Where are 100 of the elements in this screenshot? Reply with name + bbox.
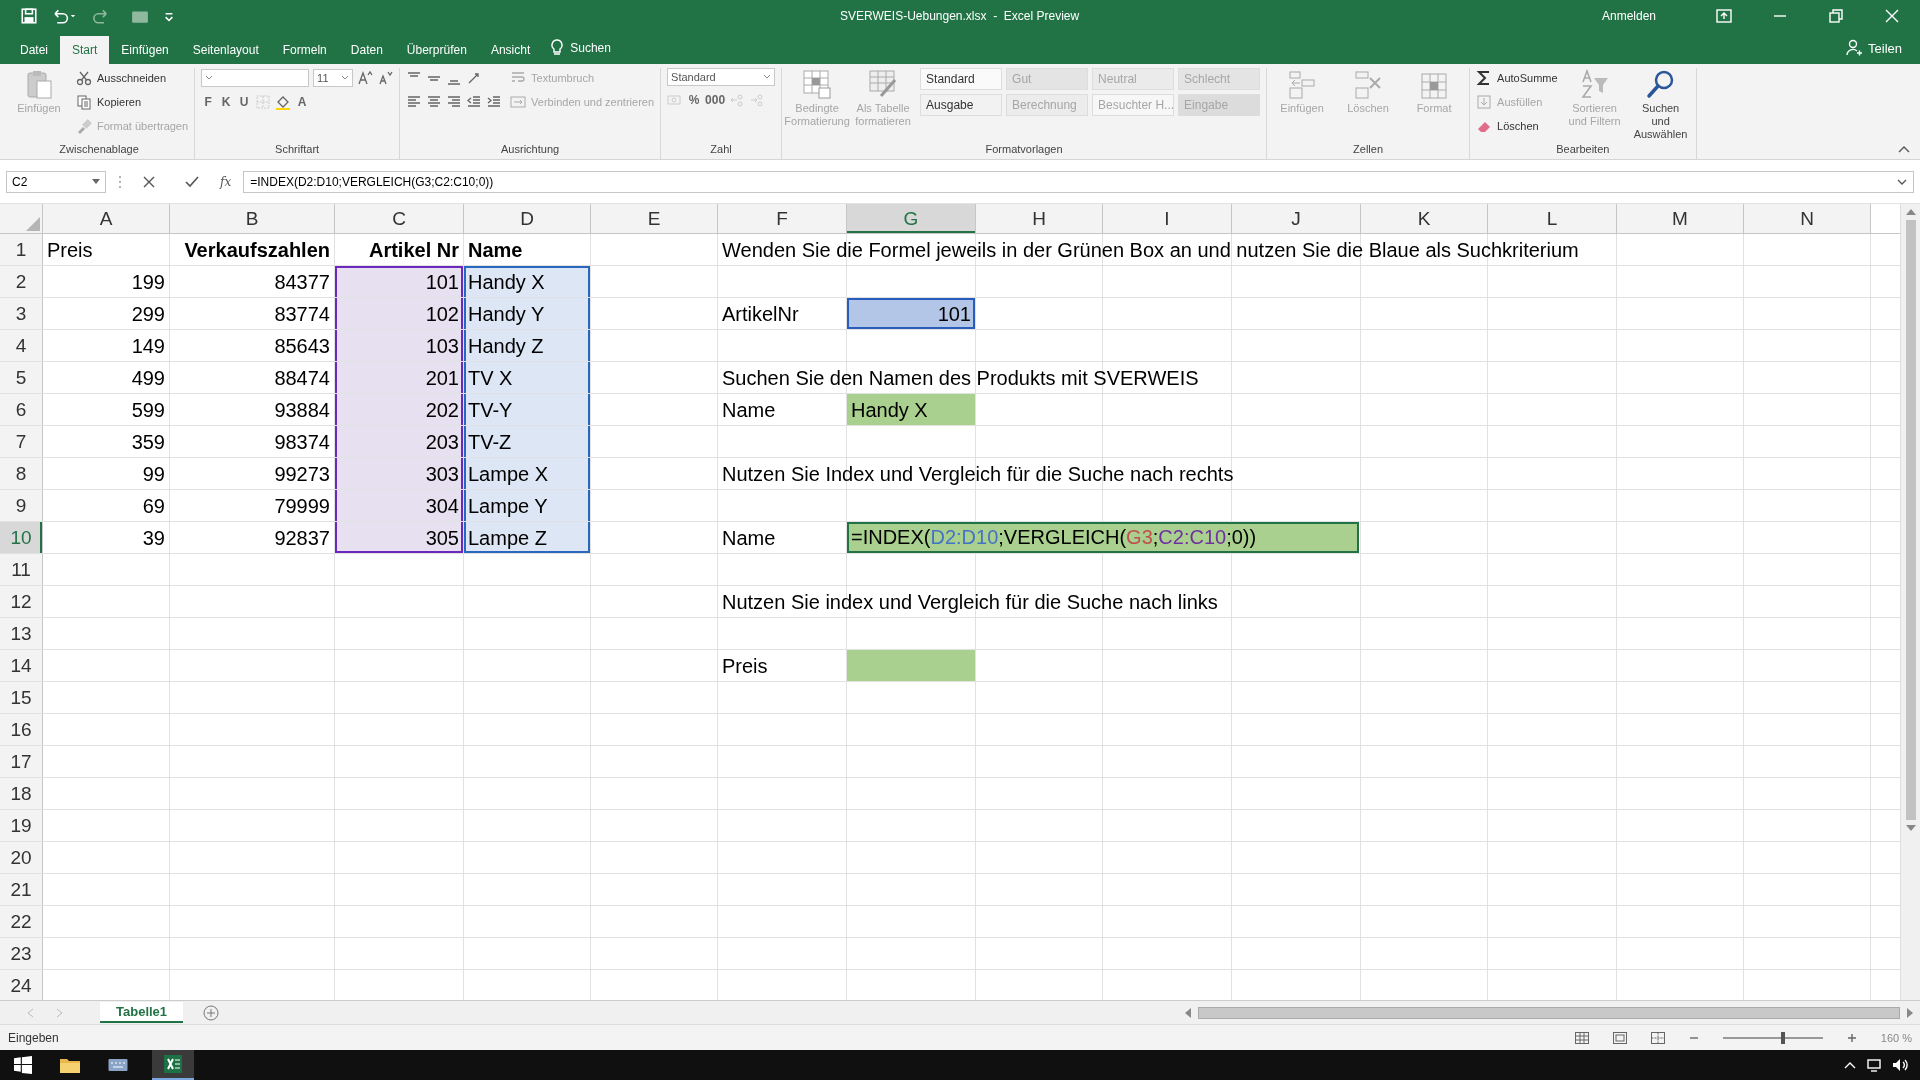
ribbon-tab[interactable]: Ansicht bbox=[478, 36, 543, 64]
spreadsheet-cell[interactable]: 303 bbox=[335, 458, 464, 489]
toggle-button[interactable]: F bbox=[201, 92, 216, 112]
ribbon-button[interactable]: Löschen bbox=[1476, 116, 1539, 136]
spreadsheet-cell[interactable] bbox=[847, 650, 976, 681]
spreadsheet-cell[interactable]: TV X bbox=[464, 362, 591, 393]
spreadsheet-cell[interactable]: Lampe Y bbox=[464, 490, 591, 521]
spreadsheet-cell[interactable]: 203 bbox=[335, 426, 464, 457]
ribbon-display-icon[interactable] bbox=[1716, 9, 1732, 23]
spreadsheet-cell[interactable]: Lampe X bbox=[464, 458, 591, 489]
spreadsheet-cell[interactable]: 304 bbox=[335, 490, 464, 521]
toggle-button[interactable]: K bbox=[219, 92, 234, 112]
scrollbar-thumb[interactable] bbox=[1198, 1006, 1900, 1019]
outdent-icon[interactable] bbox=[466, 94, 483, 110]
column-header[interactable]: D bbox=[464, 204, 591, 233]
scrollbar-thumb[interactable] bbox=[1905, 220, 1916, 820]
column-header[interactable]: A bbox=[43, 204, 170, 233]
zoom-in-icon[interactable] bbox=[1846, 1032, 1857, 1043]
row-header[interactable]: 16 bbox=[0, 714, 43, 745]
column-header[interactable]: B bbox=[170, 204, 335, 233]
row-header[interactable]: 23 bbox=[0, 938, 43, 969]
collapse-icon[interactable] bbox=[1898, 145, 1910, 153]
page-break-icon[interactable] bbox=[1650, 1031, 1665, 1044]
column-header[interactable]: H bbox=[976, 204, 1103, 233]
scroll-up-icon[interactable] bbox=[1905, 208, 1916, 216]
spreadsheet-cell[interactable]: 101 bbox=[335, 266, 464, 297]
row-header[interactable]: 8 bbox=[0, 458, 43, 489]
column-header[interactable]: F bbox=[718, 204, 847, 233]
row-header[interactable]: 24 bbox=[0, 970, 43, 1000]
row-header[interactable]: 19 bbox=[0, 810, 43, 841]
ribbon-tab[interactable]: Formeln bbox=[270, 36, 339, 64]
column-header[interactable]: L bbox=[1488, 204, 1617, 233]
ribbon-button[interactable]: AutoSumme bbox=[1476, 68, 1558, 88]
taskbar-item[interactable] bbox=[152, 1050, 194, 1080]
toggle-button[interactable]: U bbox=[237, 92, 252, 112]
indent-icon[interactable] bbox=[486, 94, 503, 110]
row-header[interactable]: 18 bbox=[0, 778, 43, 809]
scroll-right-icon[interactable] bbox=[1906, 1007, 1914, 1018]
spreadsheet-cell[interactable]: Handy Y bbox=[464, 298, 591, 329]
toggle-button[interactable]: A bbox=[295, 92, 310, 112]
page-layout-icon[interactable] bbox=[1612, 1031, 1627, 1044]
column-header[interactable]: G bbox=[847, 204, 976, 233]
expand-icon[interactable] bbox=[1897, 178, 1907, 185]
ribbon-tab[interactable]: Überprüfen bbox=[394, 36, 479, 64]
sheet-tab[interactable]: Tabelle1 bbox=[100, 1002, 184, 1023]
ribbon-tab[interactable]: Start bbox=[60, 36, 110, 64]
spreadsheet-cell[interactable]: Handy Z bbox=[464, 330, 591, 361]
close-icon[interactable] bbox=[1884, 9, 1900, 23]
spreadsheet-cell[interactable]: 102 bbox=[335, 298, 464, 329]
row-header[interactable]: 17 bbox=[0, 746, 43, 777]
scroll-left-icon[interactable] bbox=[1184, 1007, 1192, 1018]
align-center-icon[interactable] bbox=[426, 94, 443, 110]
spreadsheet-cell[interactable]: 202 bbox=[335, 394, 464, 425]
enter-icon[interactable] bbox=[184, 174, 200, 189]
row-header[interactable]: 3 bbox=[0, 298, 43, 329]
spreadsheet-cell[interactable]: Lampe Z bbox=[464, 522, 591, 553]
ribbon-button[interactable]: Kopieren bbox=[76, 92, 142, 112]
align-left-icon[interactable] bbox=[406, 94, 423, 110]
column-header[interactable]: C bbox=[335, 204, 464, 233]
network-icon[interactable] bbox=[1866, 1058, 1882, 1072]
column-header[interactable]: I bbox=[1103, 204, 1232, 233]
row-header[interactable]: 9 bbox=[0, 490, 43, 521]
row-header[interactable]: 2 bbox=[0, 266, 43, 297]
tray-expand-icon[interactable] bbox=[1844, 1061, 1856, 1069]
add-sheet-icon[interactable] bbox=[203, 1004, 220, 1021]
row-header[interactable]: 15 bbox=[0, 682, 43, 713]
cell-editor[interactable]: =INDEX(D2:D10;VERGLEICH(G3;C2:C10;0)) bbox=[847, 522, 1359, 553]
sign-in-link[interactable]: Anmelden bbox=[1601, 9, 1656, 23]
cancel-icon[interactable] bbox=[142, 174, 156, 189]
row-header[interactable]: 20 bbox=[0, 842, 43, 873]
column-header[interactable]: J bbox=[1232, 204, 1361, 233]
share-button[interactable]: Teilen bbox=[1828, 32, 1920, 64]
row-header[interactable]: 13 bbox=[0, 618, 43, 649]
toggle-button[interactable]: 000 bbox=[705, 90, 726, 110]
dropdown-field[interactable]: 11 bbox=[313, 69, 354, 87]
volume-icon[interactable] bbox=[1892, 1058, 1908, 1072]
toggle-button[interactable]: % bbox=[687, 90, 702, 110]
ribbon-tab[interactable]: Datei bbox=[8, 36, 60, 64]
windows-icon[interactable] bbox=[14, 1056, 32, 1074]
row-header[interactable]: 4 bbox=[0, 330, 43, 361]
ribbon-tab[interactable]: Seitenlayout bbox=[180, 36, 271, 64]
cell-style-button[interactable]: Ausgabe bbox=[920, 94, 1003, 116]
folder-icon[interactable] bbox=[60, 1057, 80, 1073]
spreadsheet-cell[interactable]: Handy X bbox=[464, 266, 591, 297]
row-header[interactable]: 10 bbox=[0, 522, 43, 553]
dropdown-field[interactable] bbox=[201, 69, 310, 87]
grow-font-icon[interactable] bbox=[357, 70, 374, 86]
row-header[interactable]: 1 bbox=[0, 234, 43, 265]
restore-icon[interactable] bbox=[1828, 9, 1844, 23]
ribbon-tab[interactable]: Einfügen bbox=[109, 36, 181, 64]
spreadsheet-cell[interactable]: 101 bbox=[847, 298, 976, 329]
row-header[interactable]: 14 bbox=[0, 650, 43, 681]
spreadsheet-cell[interactable]: 103 bbox=[335, 330, 464, 361]
save-icon[interactable] bbox=[20, 7, 38, 25]
row-header[interactable]: 12 bbox=[0, 586, 43, 617]
formula-field[interactable]: =INDEX(D2:D10;VERGLEICH(G3;C2:C10;0)) bbox=[243, 170, 1914, 193]
column-header[interactable]: N bbox=[1744, 204, 1871, 233]
spreadsheet-cell[interactable]: TV-Z bbox=[464, 426, 591, 457]
row-header[interactable]: 21 bbox=[0, 874, 43, 905]
row-header[interactable]: 22 bbox=[0, 906, 43, 937]
